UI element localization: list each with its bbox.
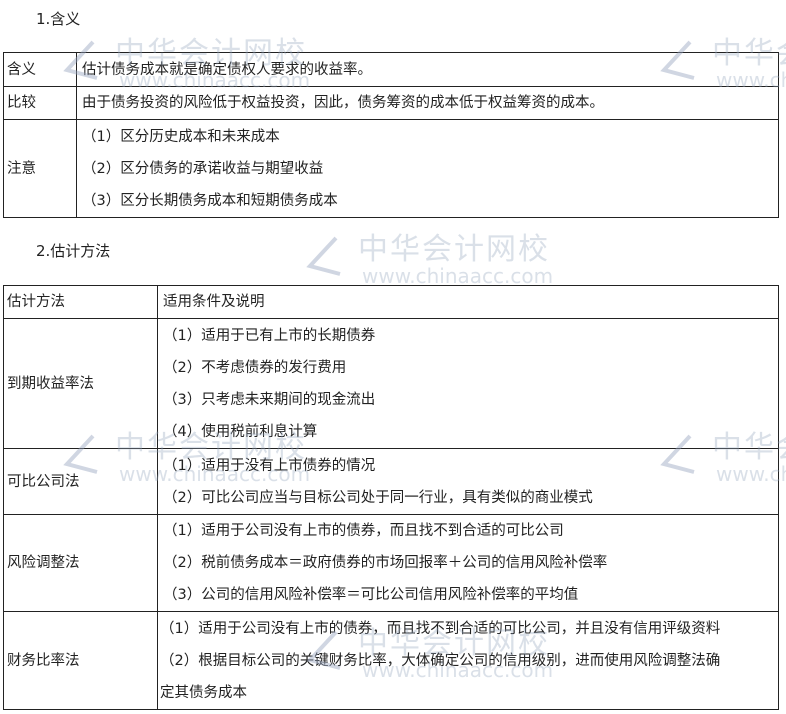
section1-title: 1.含义 [36, 10, 81, 28]
table-row: 比较 由于债务投资的风险低于权益投资，因此，债务筹资的成本低于权益筹资的成本。 [3, 86, 779, 120]
row-text: （4）使用税前利息计算 [163, 423, 318, 440]
row-text: （1）适用于公司没有上市的债券，而且找不到合适的可比公司，并且没有信用评级资料 [160, 620, 721, 637]
row-text: 定其债务成本 [160, 684, 247, 701]
row-label: 含义 [3, 52, 77, 87]
row-text: （2）区分债务的承诺收益与期望收益 [82, 160, 324, 177]
table-row: 含义 估计债务成本就是确定债权人要求的收益率。 [3, 52, 779, 87]
row-text: （1）适用于已有上市的长期债券 [163, 327, 376, 344]
row-text: （3）区分长期债务成本和短期债务成本 [82, 192, 338, 209]
row-text: （2）根据目标公司的关键财务比率，大体确定公司的信用级别，进而使用风险调整法确 [160, 652, 721, 669]
row-label: 风险调整法 [3, 514, 158, 612]
row-text: （2）可比公司应当与目标公司处于同一行业，具有类似的商业模式 [163, 489, 593, 506]
methods-table: 估计方法 适用条件及说明 到期收益率法 （1）适用于已有上市的长期债券 （2）不… [3, 285, 779, 710]
row-text: （3）只考虑未来期间的现金流出 [163, 391, 376, 408]
row-text: （1）适用于公司没有上市的债券，而且找不到合适的可比公司 [163, 523, 564, 539]
watermark: 中华会计网校www.chinaacc.com [306, 234, 553, 286]
row-label: 可比公司法 [3, 448, 158, 515]
row-label: 注意 [3, 119, 77, 218]
header-method: 估计方法 [3, 285, 158, 319]
table-row: 注意 （1）区分历史成本和未来成本 （2）区分债务的承诺收益与期望收益 （3）区… [3, 119, 779, 218]
row-text: 估计债务成本就是确定债权人要求的收益率。 [82, 61, 372, 78]
row-text: （2）税前债务成本＝政府债券的市场回报率＋公司的信用风险补偿率 [163, 555, 608, 571]
table-header-row: 估计方法 适用条件及说明 [3, 285, 779, 319]
row-label: 到期收益率法 [3, 318, 158, 449]
row-text: 由于债务投资的风险低于权益投资，因此，债务筹资的成本低于权益筹资的成本。 [82, 95, 604, 111]
table-row: 财务比率法 （1）适用于公司没有上市的债券，而且找不到合适的可比公司，并且没有信… [3, 611, 779, 710]
section2-title: 2.估计方法 [36, 242, 111, 260]
table-row: 可比公司法 （1）适用于没有上市债券的情况 （2）可比公司应当与目标公司处于同一… [3, 448, 779, 515]
row-label: 财务比率法 [3, 611, 158, 710]
row-text: （1）区分历史成本和未来成本 [82, 128, 280, 145]
row-text: （1）适用于没有上市债券的情况 [163, 457, 376, 474]
watermark-logo-icon [306, 236, 341, 276]
meaning-table: 含义 估计债务成本就是确定债权人要求的收益率。 比较 由于债务投资的风险低于权益… [3, 52, 779, 218]
header-conditions: 适用条件及说明 [157, 285, 779, 319]
row-label: 比较 [3, 86, 77, 120]
table-row: 风险调整法 （1）适用于公司没有上市的债券，而且找不到合适的可比公司 （2）税前… [3, 514, 779, 612]
row-text: （3）公司的信用风险补偿率＝可比公司信用风险补偿率的平均值 [163, 587, 579, 603]
row-text: （2）不考虑债券的发行费用 [163, 359, 347, 376]
table-row: 到期收益率法 （1）适用于已有上市的长期债券 （2）不考虑债券的发行费用 （3）… [3, 318, 779, 449]
